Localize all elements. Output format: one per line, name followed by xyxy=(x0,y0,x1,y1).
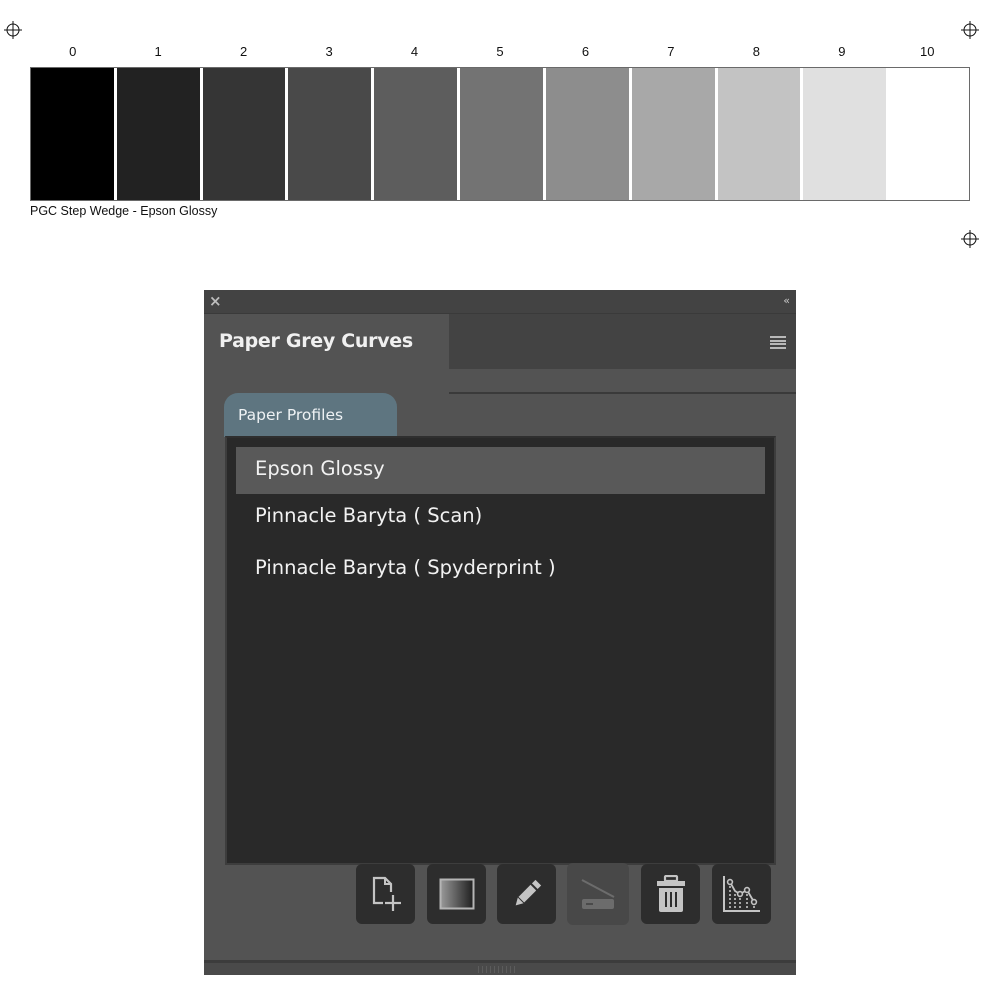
step-wedge-label: 8 xyxy=(752,44,760,59)
new-document-icon xyxy=(372,876,401,911)
scanner-icon xyxy=(581,879,615,909)
crosshair-target-icon xyxy=(961,230,979,248)
step-wedge-patch xyxy=(371,68,458,200)
step-wedge-caption: PGC Step Wedge - Epson Glossy xyxy=(30,204,218,218)
paper-profiles-list[interactable]: Epson Glossy Pinnacle Baryta ( Scan) Pin… xyxy=(225,436,776,865)
resize-grip-icon[interactable] xyxy=(478,966,518,973)
step-wedge-labels: 0 1 2 3 4 5 6 7 8 9 10 xyxy=(30,44,970,60)
step-wedge-label: 6 xyxy=(581,44,590,59)
step-wedge-label: 10 xyxy=(920,44,935,59)
step-wedge-patch xyxy=(542,68,629,200)
delete-profile-button[interactable] xyxy=(641,864,700,924)
trash-icon xyxy=(656,875,685,912)
registration-mark-top-left xyxy=(3,20,23,40)
step-wedge-patch xyxy=(199,68,286,200)
pencil-edit-icon xyxy=(515,879,541,906)
list-item[interactable]: Epson Glossy xyxy=(236,447,765,494)
step-wedge-patch xyxy=(113,68,200,200)
step-wedge-patch xyxy=(628,68,715,200)
curve-chart-icon xyxy=(722,876,760,912)
registration-mark-bottom-right xyxy=(960,229,980,249)
tab-bar-divider xyxy=(449,392,796,394)
step-wedge-label: 3 xyxy=(325,44,333,59)
step-wedge-label: 1 xyxy=(154,44,162,59)
step-wedge-label: 2 xyxy=(240,44,248,59)
new-profile-button[interactable] xyxy=(356,864,415,924)
tab-paper-profiles[interactable]: Paper Profiles xyxy=(224,393,397,437)
panel-title: Paper Grey Curves xyxy=(219,330,413,352)
print-wedge-button[interactable] xyxy=(427,864,486,924)
edit-profile-button[interactable] xyxy=(497,864,556,924)
collapse-panel-icon[interactable]: ‹‹ xyxy=(783,292,790,310)
tab-paper-grey-curves[interactable]: Paper Grey Curves xyxy=(204,314,449,370)
step-wedge xyxy=(30,67,970,201)
panel-title-bar: × ‹‹ xyxy=(204,290,796,314)
step-wedge-patch xyxy=(285,68,372,200)
list-item[interactable]: Pinnacle Baryta ( Scan) xyxy=(236,494,765,541)
gradient-wedge-icon xyxy=(439,878,474,910)
step-wedge-label: 4 xyxy=(410,44,419,59)
registration-mark-top-right xyxy=(960,20,980,40)
panel-resize-bar[interactable] xyxy=(204,960,796,975)
step-wedge-patch xyxy=(800,68,887,200)
crosshair-target-icon xyxy=(4,21,22,39)
close-icon[interactable]: × xyxy=(209,292,225,310)
step-wedge-label: 9 xyxy=(838,44,846,59)
panel-tab-bar: Paper Grey Curves xyxy=(204,314,796,394)
step-wedge-patch xyxy=(457,68,543,200)
step-wedge-label: 7 xyxy=(667,44,675,59)
step-wedge-patch xyxy=(714,68,801,200)
step-wedge-patch xyxy=(886,68,969,200)
list-item[interactable]: Pinnacle Baryta ( Spyderprint ) xyxy=(236,546,765,593)
hamburger-menu-icon[interactable] xyxy=(770,336,786,349)
scan-button[interactable] xyxy=(567,863,629,925)
step-wedge-label: 5 xyxy=(496,44,504,59)
crosshair-target-icon xyxy=(961,21,979,39)
step-wedge-patch xyxy=(31,68,114,200)
paper-grey-curves-panel: × ‹‹ Paper Grey Curves Paper Profiles Ep… xyxy=(204,290,796,975)
step-wedge-label: 0 xyxy=(69,44,77,59)
view-curve-button[interactable] xyxy=(712,864,771,924)
